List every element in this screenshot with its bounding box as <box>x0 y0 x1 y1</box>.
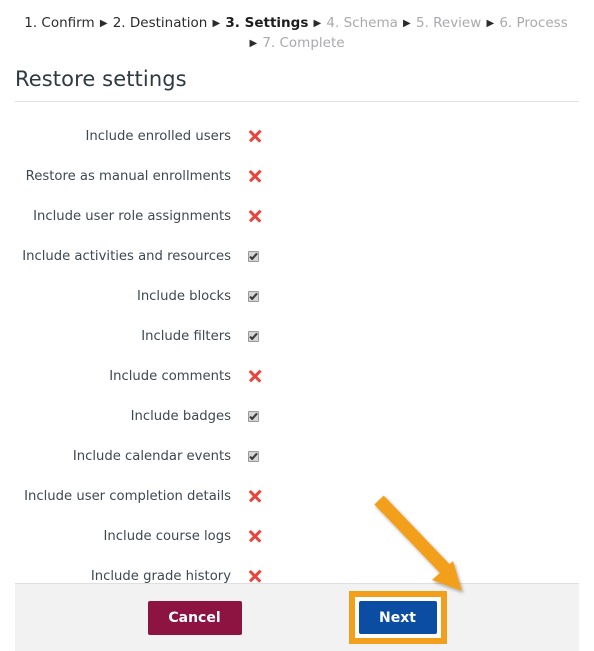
breadcrumb-separator: ▶ <box>310 18 325 29</box>
setting-row: Include activities and resources <box>0 236 594 276</box>
breadcrumb-step-5: 5. Review <box>415 15 482 31</box>
setting-control <box>248 250 278 262</box>
setting-control <box>248 569 278 583</box>
title-divider <box>15 101 579 102</box>
breadcrumb: 1. Confirm ▶ 2. Destination ▶ 3. Setting… <box>0 0 594 54</box>
setting-control <box>248 489 278 503</box>
setting-label: Include enrolled users <box>85 128 231 144</box>
breadcrumb-step-7: 7. Complete <box>262 35 345 51</box>
setting-label: Include comments <box>109 368 231 384</box>
setting-label: Include badges <box>130 408 231 424</box>
setting-row: Include badges <box>0 396 594 436</box>
setting-row: Include course logs <box>0 516 594 556</box>
next-button[interactable]: Next <box>358 601 437 634</box>
setting-control <box>248 410 278 422</box>
breadcrumb-separator: ▶ <box>399 18 414 29</box>
checkbox-checked-icon[interactable] <box>248 450 259 462</box>
setting-row: Include user role assignments <box>0 196 594 236</box>
setting-control <box>248 209 278 223</box>
setting-control <box>248 129 278 143</box>
breadcrumb-step-4: 4. Schema <box>326 15 398 31</box>
x-mark-icon <box>248 529 262 543</box>
breadcrumb-separator: ▶ <box>96 18 111 29</box>
setting-label: Include filters <box>141 328 231 344</box>
setting-control <box>248 450 278 462</box>
setting-label: Include blocks <box>136 288 231 304</box>
checkbox-checked-icon[interactable] <box>248 290 259 302</box>
breadcrumb-step-1[interactable]: 1. Confirm <box>24 15 94 31</box>
setting-control <box>248 290 278 302</box>
setting-label: Restore as manual enrollments <box>25 168 231 184</box>
x-mark-icon <box>248 209 262 223</box>
setting-row: Include user completion details <box>0 476 594 516</box>
checkbox-checked-icon[interactable] <box>248 250 259 262</box>
cancel-button[interactable]: Cancel <box>147 600 242 635</box>
setting-row: Restore as manual enrollments <box>0 156 594 196</box>
setting-label: Include calendar events <box>72 448 231 464</box>
setting-control <box>248 529 278 543</box>
x-mark-icon <box>248 489 262 503</box>
x-mark-icon <box>248 129 262 143</box>
breadcrumb-separator: ▶ <box>209 18 224 29</box>
checkbox-checked-icon[interactable] <box>248 330 259 342</box>
setting-row: Include enrolled users <box>0 116 594 156</box>
setting-label: Include grade history <box>90 568 231 584</box>
setting-control <box>248 330 278 342</box>
x-mark-icon <box>248 169 262 183</box>
setting-label: Include user role assignments <box>33 208 231 224</box>
setting-label: Include course logs <box>103 528 231 544</box>
setting-control <box>248 369 278 383</box>
setting-row: Include filters <box>0 316 594 356</box>
breadcrumb-step-2[interactable]: 2. Destination <box>113 15 208 31</box>
breadcrumb-step-3: 3. Settings <box>225 15 309 31</box>
setting-row: Include comments <box>0 356 594 396</box>
x-mark-icon <box>248 369 262 383</box>
form-footer: Cancel Next <box>15 583 579 651</box>
breadcrumb-separator: ▶ <box>483 18 498 29</box>
restore-settings-list: Include enrolled users Restore as manual … <box>0 116 594 596</box>
breadcrumb-step-6: 6. Process <box>499 15 568 31</box>
x-mark-icon <box>248 569 262 583</box>
page-title: Restore settings <box>15 67 187 91</box>
checkbox-checked-icon[interactable] <box>248 410 259 422</box>
setting-label: Include user completion details <box>24 488 231 504</box>
setting-label: Include activities and resources <box>22 248 231 264</box>
next-button-highlight: Next <box>348 591 447 644</box>
setting-row: Include blocks <box>0 276 594 316</box>
setting-control <box>248 169 278 183</box>
setting-row: Include calendar events <box>0 436 594 476</box>
